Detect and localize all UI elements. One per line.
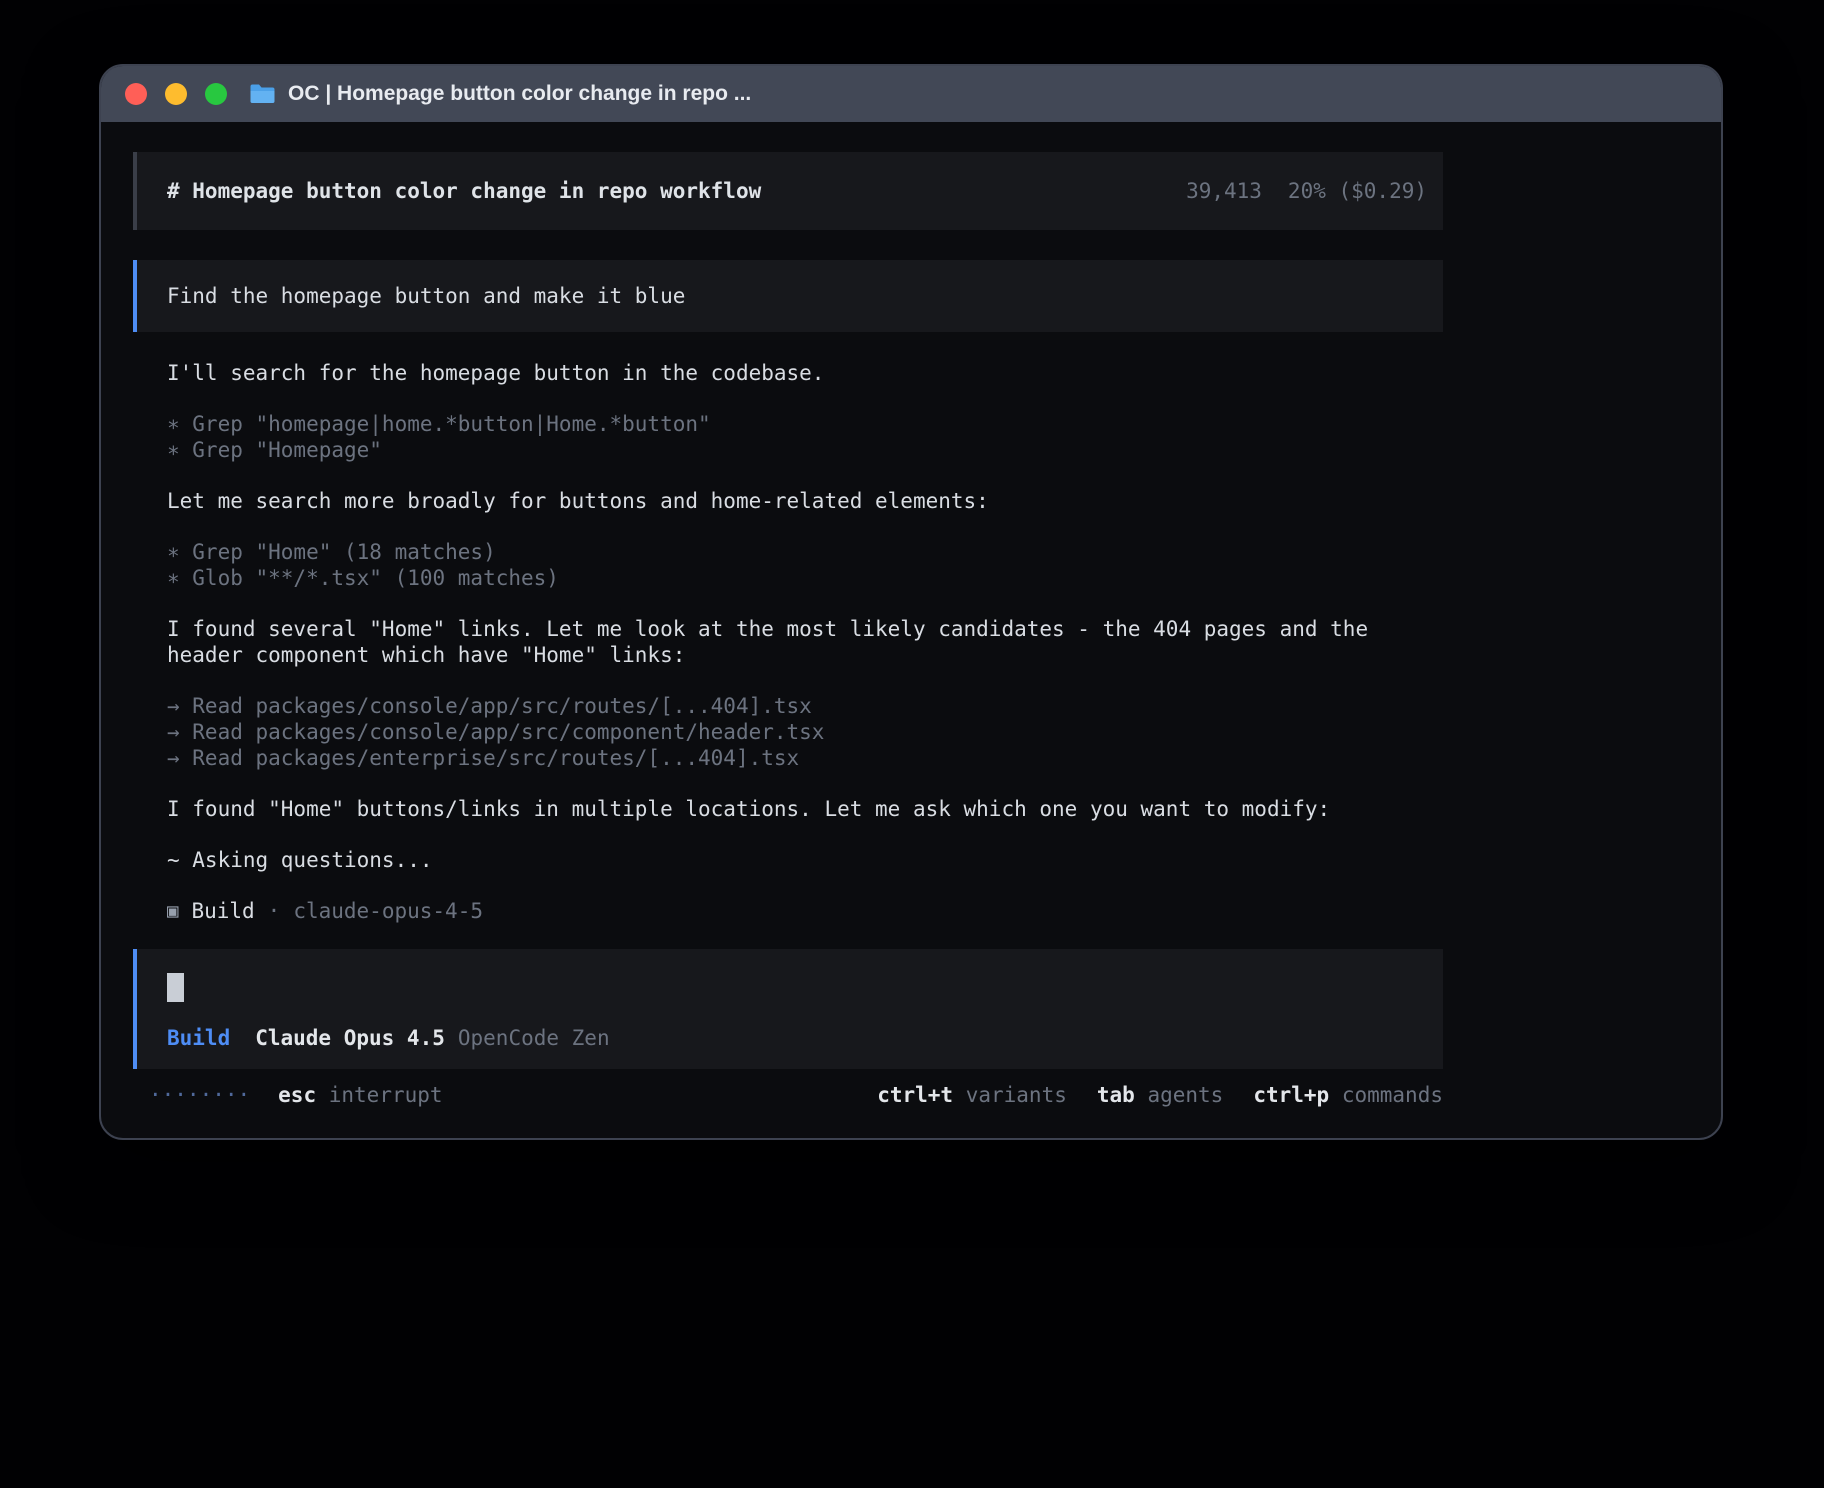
variants-hint: ctrl+t variants bbox=[877, 1082, 1067, 1108]
tool-call-read: → Read packages/console/app/src/routes/[… bbox=[167, 693, 1443, 719]
agents-label: agents bbox=[1147, 1083, 1223, 1107]
tool-call-glob: ∗ Glob "**/*.tsx" (100 matches) bbox=[167, 565, 1443, 591]
status-right: ctrl+t variants tab agents ctrl+p comman… bbox=[877, 1082, 1443, 1108]
esc-key: esc bbox=[278, 1083, 316, 1107]
session-stats: 39,413 20% ($0.29) bbox=[1186, 178, 1427, 204]
session-title: # Homepage button color change in repo w… bbox=[167, 178, 761, 204]
text-cursor bbox=[167, 973, 184, 1002]
assistant-transcript: I'll search for the homepage button in t… bbox=[133, 360, 1443, 924]
ctrl-t-key: ctrl+t bbox=[877, 1083, 953, 1107]
terminal-window: OC | Homepage button color change in rep… bbox=[99, 64, 1723, 1140]
assistant-text: I found "Home" buttons/links in multiple… bbox=[167, 796, 1443, 822]
input-provider: OpenCode Zen bbox=[458, 1025, 610, 1051]
ctrl-p-key: ctrl+p bbox=[1253, 1083, 1329, 1107]
commands-label: commands bbox=[1342, 1083, 1443, 1107]
window-titlebar[interactable]: OC | Homepage button color change in rep… bbox=[101, 66, 1721, 122]
spinner-dots: ········ bbox=[149, 1082, 250, 1108]
tool-call-group: ∗ Grep "homepage|home.*button|Home.*butt… bbox=[167, 411, 1443, 463]
assistant-text: Let me search more broadly for buttons a… bbox=[167, 488, 1443, 514]
context-cost: 20% ($0.29) bbox=[1288, 178, 1427, 204]
assistant-text: I found several "Home" links. Let me loo… bbox=[167, 616, 1407, 668]
agents-hint: tab agents bbox=[1097, 1082, 1223, 1108]
interrupt-hint: esc interrupt bbox=[278, 1082, 442, 1108]
traffic-lights bbox=[125, 83, 227, 105]
status-left: ········ esc interrupt bbox=[149, 1082, 443, 1108]
window-title: OC | Homepage button color change in rep… bbox=[288, 82, 751, 106]
folder-icon bbox=[249, 83, 276, 105]
tool-call-grep: ∗ Grep "Home" (18 matches) bbox=[167, 539, 1443, 565]
tool-call-group: → Read packages/console/app/src/routes/[… bbox=[167, 693, 1443, 771]
agent-status-line: ▣ Build · claude-opus-4-5 bbox=[167, 898, 1443, 924]
variants-label: variants bbox=[966, 1083, 1067, 1107]
status-bar: ········ esc interrupt ctrl+t variants t… bbox=[133, 1081, 1443, 1109]
tool-call-read: → Read packages/console/app/src/componen… bbox=[167, 719, 1443, 745]
input-footer: Build Claude Opus 4.5 OpenCode Zen bbox=[167, 1025, 1413, 1051]
build-square-icon: ▣ bbox=[167, 898, 178, 924]
session-header: # Homepage button color change in repo w… bbox=[133, 152, 1443, 230]
tool-call-read: → Read packages/enterprise/src/routes/[.… bbox=[167, 745, 1443, 771]
interrupt-label: interrupt bbox=[329, 1083, 443, 1107]
agent-model-id: claude-opus-4-5 bbox=[293, 898, 483, 924]
terminal-content: # Homepage button color change in repo w… bbox=[133, 152, 1443, 1109]
tool-call-group: ∗ Grep "Home" (18 matches) ∗ Glob "**/*.… bbox=[167, 539, 1443, 591]
tab-key: tab bbox=[1097, 1083, 1135, 1107]
tool-call-grep: ∗ Grep "homepage|home.*button|Home.*butt… bbox=[167, 411, 1443, 437]
token-count: 39,413 bbox=[1186, 178, 1262, 204]
agent-name: Build bbox=[191, 898, 254, 924]
prompt-input[interactable]: Build Claude Opus 4.5 OpenCode Zen bbox=[133, 949, 1443, 1069]
agent-separator: · bbox=[268, 898, 281, 924]
zoom-button[interactable] bbox=[205, 83, 227, 105]
minimize-button[interactable] bbox=[165, 83, 187, 105]
commands-hint: ctrl+p commands bbox=[1253, 1082, 1443, 1108]
assistant-status-text: ~ Asking questions... bbox=[167, 847, 1443, 873]
close-button[interactable] bbox=[125, 83, 147, 105]
user-message-text: Find the homepage button and make it blu… bbox=[167, 283, 685, 309]
assistant-text: I'll search for the homepage button in t… bbox=[167, 360, 1443, 386]
input-model-name[interactable]: Claude Opus 4.5 bbox=[255, 1025, 445, 1051]
tool-call-grep: ∗ Grep "Homepage" bbox=[167, 437, 1443, 463]
input-agent-badge[interactable]: Build bbox=[167, 1025, 230, 1051]
user-message: Find the homepage button and make it blu… bbox=[133, 260, 1443, 332]
